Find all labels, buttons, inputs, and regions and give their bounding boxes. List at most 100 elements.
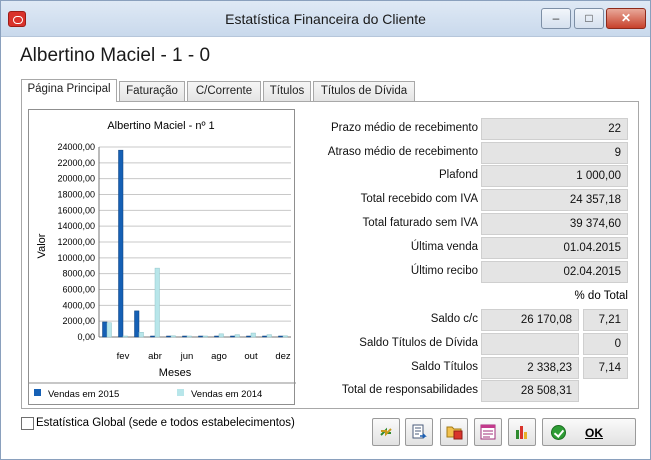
stat-value: 9 [481,142,628,164]
statistics-window: Estatística Financeira do Cliente – □ ✕ … [0,0,651,460]
bar-fev [122,335,128,338]
stat-value: 24 357,18 [481,189,628,211]
balance-value: 26 170,08 [481,309,579,331]
x-tick-label: out [244,351,258,362]
maximize-button[interactable]: □ [574,8,604,29]
x-axis-title: Meses [159,367,192,379]
refresh-button[interactable] [372,418,400,446]
balance-pct: 0 [583,333,628,355]
bar-mar [138,332,144,338]
bar-chart-icon [516,426,527,439]
stat-label: Último recibo [410,265,478,277]
y-tick-label: 10000,00 [57,253,95,263]
y-tick-label: 16000,00 [57,205,95,215]
bar-jan [102,321,108,338]
stat-value: 1 000,00 [481,165,628,187]
global-stats-checkbox[interactable] [21,417,34,430]
open-folder-button[interactable] [440,418,468,446]
stat-value: 39 374,60 [481,213,628,235]
balance-value [481,333,579,355]
y-tick-label: 6000,00 [62,285,95,295]
bar-dez [282,335,288,338]
bar-dez [278,335,284,338]
export-button[interactable] [405,418,433,446]
bar-jun [182,335,188,338]
bar-set [234,334,240,338]
y-tick-label: 22000,00 [57,158,95,168]
sales-chart: Albertino Maciel - nº 1 0,00 2000,00 4000,0… [28,109,296,405]
pct-total-header: % do Total [574,290,629,302]
bar-mai [170,335,176,338]
total-resp-value: 28 508,31 [481,380,579,402]
bar-jul [198,335,204,338]
x-tick-label: fev [117,351,130,362]
title-bar[interactable]: Estatística Financeira do Cliente – □ ✕ [1,1,650,37]
stat-value: 02.04.2015 [481,261,628,283]
y-axis-title: Valor [36,233,48,258]
legend-label: Vendas em 2014 [191,389,262,400]
x-tick-label: abr [148,351,162,362]
bar-abr [150,335,156,338]
tab-c-corrente[interactable]: C/Corrente [187,81,261,102]
stat-value: 22 [481,118,628,140]
tab-titulos[interactable]: Títulos [263,81,311,102]
legend-swatch [177,389,184,396]
bar-out [246,335,252,338]
y-tick-label: 24000,00 [57,142,95,152]
stat-label: Total faturado sem IVA [362,217,478,229]
bar-nov [266,334,272,338]
bar-jan [106,322,112,338]
stat-label: Última venda [410,241,478,253]
tab-titulos-divida[interactable]: Títulos de Dívida [313,81,415,102]
y-tick-label: 0,00 [77,332,95,342]
bar-abr [154,267,160,338]
chart-svg: Albertino Maciel - nº 1 0,00 2000,00 4000,0… [29,120,296,400]
ok-button[interactable]: OK [542,418,636,446]
minimize-button[interactable]: – [541,8,571,29]
chart-title: Albertino Maciel - nº 1 [107,120,214,132]
chart-view-button[interactable] [508,418,536,446]
close-button[interactable]: ✕ [606,8,646,29]
y-tick-label: 20000,00 [57,174,95,184]
total-resp-label: Total de responsabilidades [341,384,478,396]
y-tick-label: 12000,00 [57,237,95,247]
folder-icon [446,426,463,440]
ok-label: OK [585,426,603,440]
balance-value: 2 338,23 [481,357,579,379]
bar-ago [218,333,224,338]
y-tick-label: 4000,00 [62,300,95,310]
tab-pagina-principal[interactable]: Página Principal [21,79,117,102]
x-tick-label: jun [180,351,194,362]
bar-jul [202,335,208,338]
bar-mai [166,335,172,338]
legend-swatch [34,389,41,396]
bar-out [250,332,256,338]
stat-label: Prazo médio de recebimento [330,122,478,134]
y-tick-label: 8000,00 [62,269,95,279]
stat-label: Total recebido com IVA [360,193,478,205]
bar-ago [214,335,220,338]
checkmark-icon [551,425,566,440]
form-button[interactable] [474,418,502,446]
y-tick-label: 18000,00 [57,190,95,200]
client-name: Albertino Maciel - 1 - 0 [20,45,211,66]
balance-pct: 7,14 [583,357,628,379]
stat-value: 01.04.2015 [481,237,628,259]
document-export-icon [412,424,427,439]
bar-nov [262,335,268,338]
bar-jun [186,335,192,338]
global-stats-label[interactable]: Estatística Global (sede e todos estabel… [36,417,295,429]
tab-faturacao[interactable]: Faturação [119,81,185,102]
y-tick-label: 2000,00 [62,316,95,326]
y-tick-label: 14000,00 [57,221,95,231]
x-tick-label: ago [211,351,227,362]
balance-label: Saldo c/c [430,313,478,325]
bar-mar [134,310,140,338]
stat-label: Atraso médio de recebimento [327,146,478,158]
balance-label: Saldo Títulos [411,361,478,373]
stat-label: Plafond [438,169,478,181]
bar-fev [118,149,124,338]
form-window-icon [480,424,496,440]
refresh-arrows-icon [380,427,392,437]
balance-label: Saldo Títulos de Dívida [359,337,478,349]
